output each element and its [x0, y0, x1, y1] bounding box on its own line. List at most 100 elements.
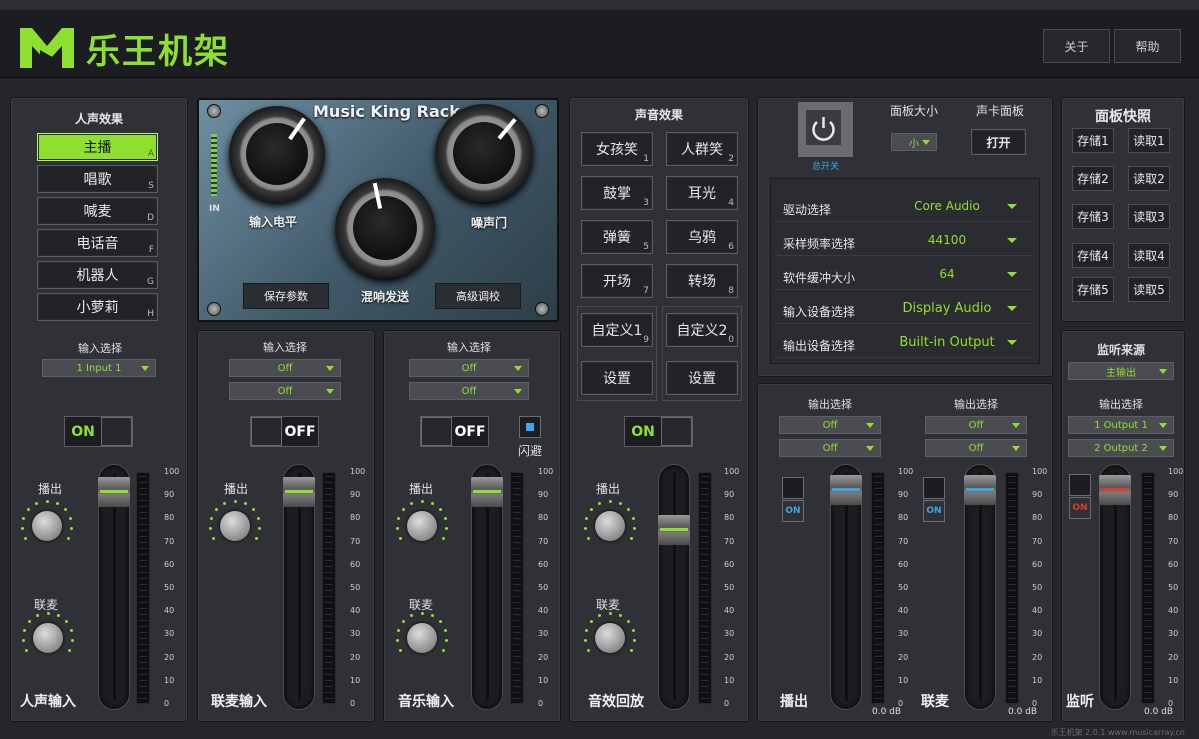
- snapshot-store-button[interactable]: 存储3: [1072, 204, 1114, 229]
- fader-handle[interactable]: [658, 515, 690, 545]
- snapshot-load-button[interactable]: 读取1: [1128, 128, 1170, 153]
- sfx-button[interactable]: 耳光 4: [666, 176, 738, 210]
- fader-handle[interactable]: [1099, 475, 1131, 505]
- music-out-knob[interactable]: [395, 499, 449, 553]
- advanced-tune-button[interactable]: 高级调校: [435, 283, 521, 309]
- footer-version: 乐王机架 2.0.1 www.musicarray.cn: [1050, 728, 1185, 737]
- out2-on-button[interactable]: [923, 477, 945, 499]
- dodge-button[interactable]: [519, 416, 541, 438]
- voice-effect-button[interactable]: 机器人 G: [37, 261, 158, 289]
- music-fader[interactable]: [471, 464, 503, 710]
- sfx-toggle[interactable]: ON: [624, 416, 693, 447]
- scale-tick-label: 30: [164, 629, 175, 639]
- save-params-button[interactable]: 保存参数: [243, 283, 329, 309]
- soundcard-open-button[interactable]: 打开: [971, 129, 1026, 155]
- scale-tick-label: 30: [1168, 629, 1179, 639]
- voice-effect-button[interactable]: 主播 A: [37, 133, 158, 161]
- sfx-button[interactable]: 乌鸦 6: [666, 220, 738, 254]
- scale-tick-label: 10: [538, 675, 549, 685]
- settings-row[interactable]: 输入设备选择 Display Audio: [775, 294, 1033, 324]
- panel-size-select[interactable]: 小: [891, 133, 937, 151]
- snapshot-title: 面板快照: [1095, 109, 1151, 125]
- snapshot-load-button[interactable]: 读取5: [1128, 277, 1170, 302]
- out2-select-2[interactable]: Off: [925, 439, 1027, 457]
- custom1-setting-button[interactable]: 设置: [581, 361, 653, 395]
- scale-tick-label: 0: [724, 699, 730, 708]
- reverb-send-knob[interactable]: [335, 178, 435, 278]
- mic-out-knob[interactable]: [208, 499, 262, 553]
- sfx-button[interactable]: 开场 7: [581, 264, 653, 298]
- snapshot-store-button[interactable]: 存储5: [1072, 277, 1114, 302]
- help-button[interactable]: 帮助: [1114, 29, 1181, 63]
- fader-handle[interactable]: [964, 475, 996, 505]
- monitor-source-select[interactable]: 主输出: [1068, 362, 1174, 380]
- fader-handle[interactable]: [471, 477, 503, 507]
- custom2-setting-button[interactable]: 设置: [666, 361, 738, 395]
- sfx-button[interactable]: 鼓掌 3: [581, 176, 653, 210]
- snapshot-load-button[interactable]: 读取3: [1128, 204, 1170, 229]
- snapshot-store-button[interactable]: 存储2: [1072, 166, 1114, 191]
- fader-handle[interactable]: [98, 477, 130, 507]
- voice-mic-knob[interactable]: [21, 611, 75, 665]
- voice-out-knob[interactable]: [20, 499, 74, 553]
- settings-row[interactable]: 采样频率选择 44100: [775, 226, 1033, 256]
- sfx-out-knob[interactable]: [583, 499, 637, 553]
- noise-gate-knob[interactable]: [435, 104, 533, 202]
- monitor-on-button[interactable]: [1069, 474, 1091, 496]
- scale-tick-label: 20: [1168, 652, 1179, 662]
- voice-toggle[interactable]: ON: [64, 416, 133, 447]
- sfx-button[interactable]: 人群笑 2: [666, 132, 738, 166]
- out1-fader[interactable]: [830, 464, 862, 710]
- voice-input-select[interactable]: 1 Input 1: [42, 359, 156, 377]
- music-mic-knob[interactable]: [395, 611, 449, 665]
- voice-effect-label: 主播: [83, 140, 112, 156]
- custom1-button[interactable]: 自定义1 9: [581, 313, 653, 347]
- scale-tick-label: 100: [164, 467, 180, 476]
- snapshot-store-button[interactable]: 存储1: [1072, 128, 1114, 153]
- mic-input-select-2[interactable]: Off: [229, 382, 341, 400]
- settings-row[interactable]: 软件缓冲大小 64: [775, 260, 1033, 290]
- out1-on-button[interactable]: [782, 477, 804, 499]
- mic-toggle[interactable]: OFF: [250, 416, 319, 447]
- monitor-out-select-1[interactable]: 1 Output 1: [1068, 416, 1174, 434]
- voice-fader[interactable]: [98, 464, 130, 710]
- snapshot-load-button[interactable]: 读取4: [1128, 243, 1170, 268]
- out1-select-2[interactable]: Off: [779, 439, 881, 457]
- settings-row[interactable]: 输出设备选择 Built-in Output: [775, 328, 1033, 358]
- sfx-mic-knob[interactable]: [583, 611, 637, 665]
- fader-handle[interactable]: [830, 475, 862, 505]
- input-level-knob[interactable]: [229, 106, 325, 202]
- snapshot-store-button[interactable]: 存储4: [1072, 243, 1114, 268]
- fader-handle[interactable]: [283, 477, 315, 507]
- voice-effect-button[interactable]: 小萝莉 H: [37, 293, 158, 321]
- voice-effect-button[interactable]: 喊麦 D: [37, 197, 158, 225]
- about-button[interactable]: 关于: [1043, 29, 1110, 63]
- sfx-button[interactable]: 女孩笑 1: [581, 132, 653, 166]
- scale-tick-label: 0: [898, 699, 904, 708]
- snapshot-load-button[interactable]: 读取2: [1128, 166, 1170, 191]
- title-bar: [0, 0, 1199, 10]
- music-meter: [510, 472, 524, 705]
- mic-toggle-label: OFF: [284, 423, 316, 440]
- power-icon: [806, 110, 841, 145]
- sfx-fader[interactable]: [658, 464, 690, 710]
- out1-select-1[interactable]: Off: [779, 416, 881, 434]
- monitor-fader[interactable]: [1099, 464, 1131, 710]
- monitor-out-select-2[interactable]: 2 Output 2: [1068, 439, 1174, 457]
- mic-input-select-1[interactable]: Off: [229, 359, 341, 377]
- music-input-select-2[interactable]: Off: [409, 382, 529, 400]
- out2-fader[interactable]: [964, 464, 996, 710]
- voice-effect-button[interactable]: 电话音 F: [37, 229, 158, 257]
- mic-fader[interactable]: [283, 464, 315, 710]
- sfx-button[interactable]: 转场 8: [666, 264, 738, 298]
- voice-effect-button[interactable]: 唱歌 S: [37, 165, 158, 193]
- master-power-button[interactable]: [798, 102, 853, 157]
- voice-effect-key: D: [147, 213, 154, 223]
- music-toggle[interactable]: OFF: [420, 416, 489, 447]
- settings-row[interactable]: 驱动选择 Core Audio: [775, 192, 1033, 222]
- sfx-button[interactable]: 弹簧 5: [581, 220, 653, 254]
- out2-select-1[interactable]: Off: [925, 416, 1027, 434]
- custom2-button[interactable]: 自定义2 0: [666, 313, 738, 347]
- input-level-label: 输入电平: [249, 215, 298, 229]
- music-input-select-1[interactable]: Off: [409, 359, 529, 377]
